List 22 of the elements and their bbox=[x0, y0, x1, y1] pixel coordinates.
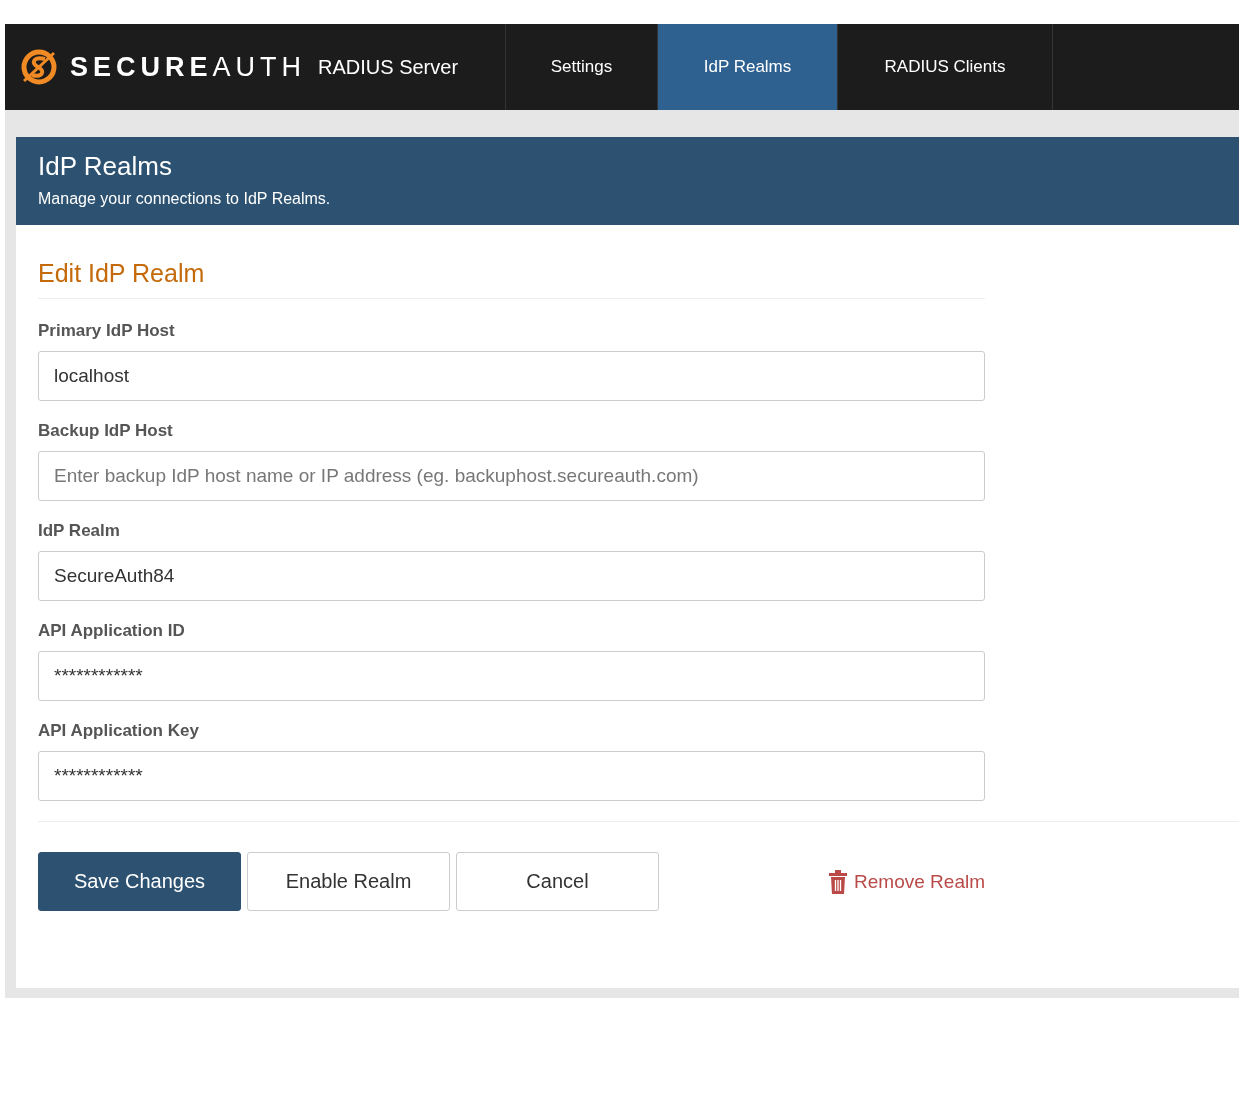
product-name: RADIUS Server bbox=[318, 55, 459, 79]
logo-icon bbox=[20, 48, 58, 86]
input-field[interactable]: Enter backup IdP host name or IP address (eg. backuphost.secureauth.com) bbox=[38, 451, 985, 501]
input-field[interactable]: ************ bbox=[38, 751, 985, 801]
field-label: IdP Realm bbox=[38, 521, 121, 541]
field-label: Primary IdP Host bbox=[38, 321, 176, 341]
field-label: API Application Key bbox=[38, 721, 200, 741]
action-button[interactable]: Cancel bbox=[456, 852, 659, 911]
nav-tab[interactable]: IdP Realms bbox=[658, 24, 838, 110]
field-label: API Application ID bbox=[38, 621, 186, 641]
input-field[interactable]: ************ bbox=[38, 651, 985, 701]
trash-icon bbox=[828, 869, 849, 894]
action-button[interactable]: Enable Realm bbox=[247, 852, 450, 911]
page-title: IdP Realms bbox=[38, 151, 173, 182]
input-field[interactable]: SecureAuth84 bbox=[38, 551, 985, 601]
remove-link[interactable]: Remove Realm bbox=[828, 869, 985, 894]
save-button[interactable]: Save Changes bbox=[38, 852, 241, 911]
input-field[interactable]: localhost bbox=[38, 351, 985, 401]
field-label: Backup IdP Host bbox=[38, 421, 174, 441]
page-subtitle: Manage your connections to IdP Realms. bbox=[38, 190, 332, 208]
form-title: Edit IdP Realm bbox=[38, 259, 985, 299]
logo-wordmark: SECUREAUTH bbox=[70, 51, 307, 83]
